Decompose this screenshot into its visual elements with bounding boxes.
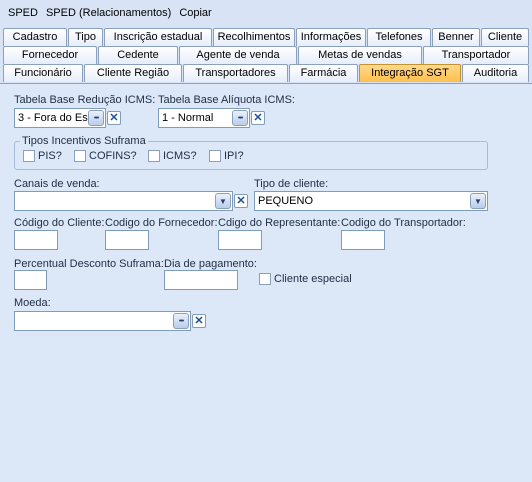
- tabela-reducao-label: Tabela Base Redução ICMS:: [14, 94, 156, 106]
- tabela-aliquota-label: Tabela Base Alíquota ICMS:: [158, 94, 295, 106]
- pis-checkbox[interactable]: PIS?: [23, 150, 62, 162]
- close-icon[interactable]: ✕: [107, 111, 121, 125]
- tab-row-2: Fornecedor Cedente Agente de venda Metas…: [0, 46, 532, 64]
- menu-sped[interactable]: SPED: [4, 7, 42, 19]
- tab-farmacia[interactable]: Farmácia: [289, 64, 358, 82]
- dia-pagamento-label: Dia de pagamento:: [164, 258, 257, 270]
- percentual-label: Percentual Desconto Suframa:: [14, 258, 164, 270]
- tab-transportador[interactable]: Transportador: [423, 46, 529, 64]
- cofins-label: COFINS?: [89, 150, 137, 162]
- tab-row-3: Funcionário Cliente Região Transportador…: [0, 64, 532, 82]
- menu-copiar[interactable]: Copiar: [175, 7, 215, 19]
- moeda-label: Moeda:: [14, 297, 51, 309]
- suframa-group-title: Tipos Incentivos Suframa: [20, 135, 148, 147]
- tab-informacoes[interactable]: Informações: [296, 28, 366, 46]
- tipo-cliente-label: Tipo de cliente:: [254, 178, 329, 190]
- tab-cliente[interactable]: Cliente: [481, 28, 529, 46]
- codigo-transportador-input[interactable]: [341, 230, 385, 250]
- chevron-down-icon[interactable]: ▼: [215, 193, 231, 209]
- cofins-checkbox[interactable]: COFINS?: [74, 150, 137, 162]
- tabela-reducao-value: 3 - Fora do Est: [18, 112, 88, 124]
- icms-label: ICMS?: [163, 150, 197, 162]
- dia-pagamento-input[interactable]: [164, 270, 238, 290]
- tab-funcionario[interactable]: Funcionário: [3, 64, 83, 82]
- tab-strip: Cadastro Tipo Inscrição estadual Recolhi…: [0, 25, 532, 83]
- close-icon[interactable]: ✕: [192, 314, 206, 328]
- tab-inscricao-estadual[interactable]: Inscrição estadual: [104, 28, 212, 46]
- tab-recolhimentos[interactable]: Recolhimentos: [213, 28, 295, 46]
- close-icon[interactable]: ✕: [251, 111, 265, 125]
- menu-bar: SPED SPED (Relacionamentos) Copiar: [0, 0, 532, 25]
- tab-telefones[interactable]: Telefones: [367, 28, 431, 46]
- tab-cliente-regiao[interactable]: Cliente Região: [84, 64, 182, 82]
- codigo-transportador-label: Codigo do Transportador:: [341, 217, 466, 229]
- checkbox-box[interactable]: [209, 150, 221, 162]
- tab-fornecedor[interactable]: Fornecedor: [3, 46, 97, 64]
- canais-combo[interactable]: ▼: [14, 191, 233, 211]
- icms-checkbox[interactable]: ICMS?: [148, 150, 197, 162]
- codigo-representante-input[interactable]: [218, 230, 262, 250]
- tab-integracao-sgt[interactable]: Integração SGT: [359, 64, 461, 82]
- tab-cedente[interactable]: Cedente: [98, 46, 178, 64]
- percentual-input[interactable]: [14, 270, 47, 290]
- checkbox-box[interactable]: [23, 150, 35, 162]
- chevron-down-icon[interactable]: ▼: [470, 193, 486, 209]
- tab-transportadores[interactable]: Transportadores: [183, 64, 288, 82]
- codigo-cliente-label: Código do Cliente:: [14, 217, 105, 229]
- pis-label: PIS?: [38, 150, 62, 162]
- tipo-cliente-value: PEQUENO: [258, 195, 314, 207]
- checkbox-box[interactable]: [259, 273, 271, 285]
- ipi-checkbox[interactable]: IPI?: [209, 150, 244, 162]
- cliente-especial-label: Cliente especial: [274, 273, 352, 285]
- integracao-sgt-panel: Tabela Base Redução ICMS: 3 - Fora do Es…: [0, 83, 532, 482]
- cliente-especial-checkbox[interactable]: Cliente especial: [259, 273, 352, 285]
- canais-label: Canais de venda:: [14, 178, 100, 190]
- tabela-aliquota-value: 1 - Normal: [162, 112, 214, 124]
- tipo-cliente-combo[interactable]: PEQUENO ▼: [254, 191, 488, 211]
- tab-tipo[interactable]: Tipo: [68, 28, 103, 46]
- lookup-dropdown-icon[interactable]: •••: [173, 313, 189, 329]
- codigo-fornecedor-label: Codigo do Fornecedor:: [105, 217, 218, 229]
- tabela-reducao-combo[interactable]: 3 - Fora do Est •••: [14, 108, 106, 128]
- checkbox-box[interactable]: [74, 150, 86, 162]
- tab-row-1: Cadastro Tipo Inscrição estadual Recolhi…: [0, 28, 532, 46]
- tab-benner[interactable]: Benner: [432, 28, 480, 46]
- checkbox-box[interactable]: [148, 150, 160, 162]
- ipi-label: IPI?: [224, 150, 244, 162]
- tab-agente-de-venda[interactable]: Agente de venda: [179, 46, 297, 64]
- close-icon[interactable]: ✕: [234, 194, 248, 208]
- codigo-fornecedor-input[interactable]: [105, 230, 149, 250]
- tab-auditoria[interactable]: Auditoria: [462, 64, 529, 82]
- moeda-combo[interactable]: •••: [14, 311, 191, 331]
- lookup-dropdown-icon[interactable]: •••: [88, 110, 104, 126]
- tabela-aliquota-combo[interactable]: 1 - Normal •••: [158, 108, 250, 128]
- tab-cadastro[interactable]: Cadastro: [3, 28, 67, 46]
- lookup-dropdown-icon[interactable]: •••: [232, 110, 248, 126]
- tab-metas-de-vendas[interactable]: Metas de vendas: [298, 46, 422, 64]
- codigo-representante-label: Cdigo do Representante:: [218, 217, 341, 229]
- codigo-cliente-input[interactable]: [14, 230, 58, 250]
- menu-sped-relacionamentos[interactable]: SPED (Relacionamentos): [42, 7, 175, 19]
